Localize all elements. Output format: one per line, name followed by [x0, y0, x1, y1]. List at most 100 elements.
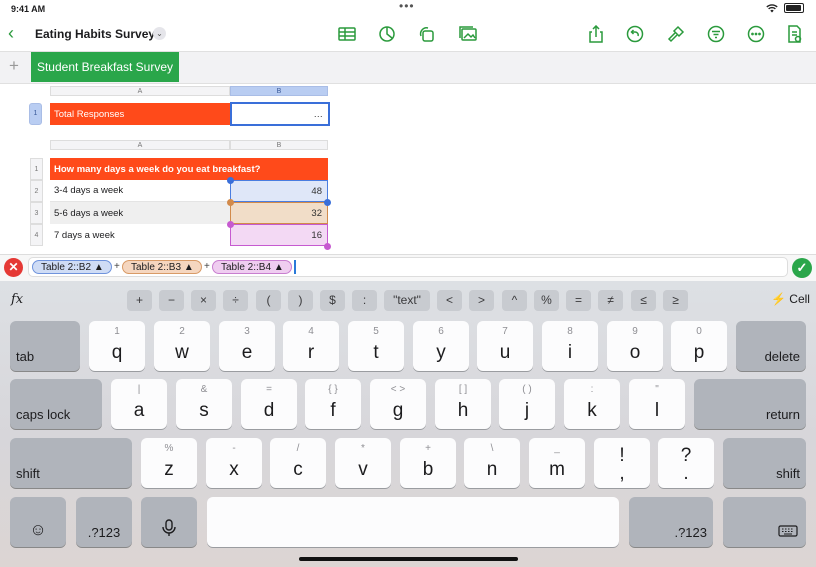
answer-label-5-6-days[interactable]: 5-6 days a week	[50, 202, 230, 224]
key-g[interactable]: < > g	[370, 379, 426, 429]
answer-value-3-4-days[interactable]: 48	[230, 180, 328, 202]
range-handle-b2-bottom[interactable]	[324, 199, 331, 206]
key-b[interactable]: + b	[400, 438, 456, 488]
shift-key-right[interactable]: shift	[723, 438, 806, 488]
key-f[interactable]: { } f	[305, 379, 361, 429]
more-icon[interactable]	[745, 24, 767, 44]
caps-lock-key[interactable]: caps lock	[10, 379, 102, 429]
key-r[interactable]: 4r	[283, 321, 339, 371]
op-key-dollar[interactable]: $	[320, 290, 345, 311]
range-handle-b3-top[interactable]	[227, 199, 234, 206]
op-key-percent[interactable]: %	[534, 290, 559, 311]
key-y[interactable]: 6y	[413, 321, 469, 371]
op-key-open-paren[interactable]: (	[256, 290, 281, 311]
key-e[interactable]: 3e	[219, 321, 275, 371]
emoji-key[interactable]: ☺	[10, 497, 66, 547]
key-n[interactable]: \ n	[464, 438, 520, 488]
key-c[interactable]: / c	[270, 438, 326, 488]
key-w[interactable]: 2w	[154, 321, 210, 371]
multitasking-dots[interactable]: •••	[399, 0, 415, 13]
table2-row-1-header[interactable]: 1	[30, 158, 43, 180]
key-i[interactable]: 8i	[542, 321, 598, 371]
numbers-key-right[interactable]: .?123	[629, 497, 713, 547]
key-h[interactable]: [ ] h	[435, 379, 491, 429]
tab-student-breakfast-survey[interactable]: Student Breakfast Survey	[31, 52, 179, 82]
range-handle-b2-top[interactable]	[227, 177, 234, 184]
space-bar[interactable]	[207, 497, 619, 547]
formula-token-b2[interactable]: Table 2::B2 ▲	[32, 260, 112, 274]
answer-label-3-4-days[interactable]: 3-4 days a week	[50, 180, 230, 202]
op-key-close-paren[interactable]: )	[288, 290, 313, 311]
key-l[interactable]: " l	[629, 379, 685, 429]
op-key-colon[interactable]: :	[352, 290, 377, 311]
op-key-multiply[interactable]: ×	[191, 290, 216, 311]
op-key-divide[interactable]: ÷	[223, 290, 248, 311]
op-key-plus[interactable]: +	[127, 290, 152, 311]
tab-key[interactable]: tab	[10, 321, 80, 371]
key-o[interactable]: 9o	[607, 321, 663, 371]
key-u[interactable]: 7u	[477, 321, 533, 371]
key-s[interactable]: & s	[176, 379, 232, 429]
total-responses-cell-editing[interactable]: …	[230, 102, 330, 126]
range-handle-b4-bottom[interactable]	[324, 243, 331, 250]
survey-question-header[interactable]: How many days a week do you eat breakfas…	[50, 158, 328, 180]
table1-column-b-header[interactable]: B	[230, 86, 328, 96]
op-key-less-than[interactable]: <	[437, 290, 462, 311]
key-v[interactable]: * v	[335, 438, 391, 488]
return-key[interactable]: return	[694, 379, 806, 429]
functions-button[interactable]: fx	[11, 292, 23, 307]
table2-column-b-header[interactable]: B	[230, 140, 328, 150]
media-icon[interactable]	[457, 24, 479, 44]
answer-value-7-days[interactable]: 16	[230, 224, 328, 246]
key-comma[interactable]: !,	[594, 438, 650, 488]
key-d[interactable]: = d	[241, 379, 297, 429]
op-key-greater-equal[interactable]: ≥	[663, 290, 688, 311]
table1-column-a-header[interactable]: A	[50, 86, 230, 96]
answer-value-5-6-days[interactable]: 32	[230, 202, 328, 224]
table-icon[interactable]	[336, 24, 358, 44]
table2-column-a-header[interactable]: A	[50, 140, 230, 150]
key-q[interactable]: 1q	[89, 321, 145, 371]
cell-reference-button[interactable]: ⚡ Cell	[771, 292, 810, 306]
key-z[interactable]: % z	[141, 438, 197, 488]
numbers-key-left[interactable]: .?123	[76, 497, 132, 547]
op-key-not-equal[interactable]: ≠	[598, 290, 623, 311]
document-setup-icon[interactable]	[783, 24, 805, 44]
document-title[interactable]: Eating Habits Survey	[35, 27, 155, 41]
title-chevron-down-icon[interactable]: ⌄	[153, 27, 166, 40]
op-key-caret[interactable]: ^	[502, 290, 527, 311]
op-key-greater-than[interactable]: >	[469, 290, 494, 311]
op-key-less-equal[interactable]: ≤	[631, 290, 656, 311]
delete-key[interactable]: delete	[736, 321, 806, 371]
back-chevron-icon[interactable]: ‹	[8, 23, 14, 44]
key-j[interactable]: ( ) j	[499, 379, 555, 429]
undo-icon[interactable]	[624, 24, 646, 44]
shift-key-left[interactable]: shift	[10, 438, 132, 488]
op-key-minus[interactable]: −	[159, 290, 184, 311]
home-indicator[interactable]	[299, 557, 518, 561]
formula-token-b4[interactable]: Table 2::B4 ▲	[212, 260, 292, 274]
table2-row-4-header[interactable]: 4	[30, 224, 43, 246]
table2-row-2-header[interactable]: 2	[30, 180, 43, 202]
key-t[interactable]: 5t	[348, 321, 404, 371]
microphone-key[interactable]	[141, 497, 197, 547]
key-a[interactable]: | a	[111, 379, 167, 429]
answer-label-7-days[interactable]: 7 days a week	[50, 224, 230, 246]
cancel-formula-button[interactable]: ✕	[4, 258, 23, 277]
key-m[interactable]: _ m	[529, 438, 585, 488]
table1-row-1-header[interactable]: 1	[29, 103, 42, 125]
formula-token-b3[interactable]: Table 2::B3 ▲	[122, 260, 202, 274]
op-key-equals[interactable]: =	[566, 290, 591, 311]
key-period[interactable]: ?.	[658, 438, 714, 488]
key-x[interactable]: -x	[206, 438, 262, 488]
share-icon[interactable]	[585, 24, 607, 44]
chart-icon[interactable]	[376, 24, 398, 44]
table2-row-3-header[interactable]: 3	[30, 202, 43, 224]
total-responses-label[interactable]: Total Responses	[50, 103, 230, 125]
range-handle-b4-top[interactable]	[227, 221, 234, 228]
op-key-text[interactable]: "text"	[384, 290, 430, 311]
filter-icon[interactable]	[705, 24, 727, 44]
shapes-icon[interactable]	[416, 24, 438, 44]
key-p[interactable]: 0p	[671, 321, 727, 371]
key-k[interactable]: :k	[564, 379, 620, 429]
